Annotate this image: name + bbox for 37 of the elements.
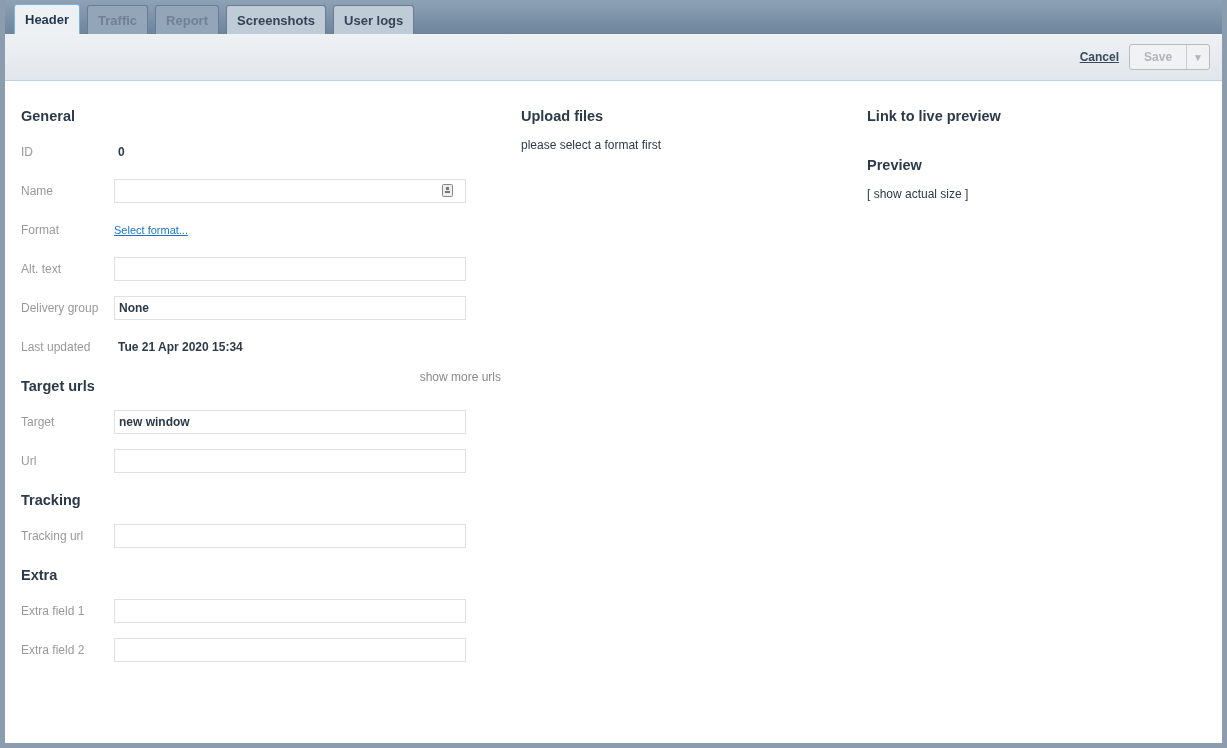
contact-card-icon xyxy=(442,184,453,197)
tab[interactable]: Header xyxy=(14,4,81,34)
section-heading: Tracking xyxy=(21,491,81,510)
section-heading: Link to live preview xyxy=(867,107,1001,126)
field-label: Name xyxy=(21,183,54,198)
tab[interactable]: User logs xyxy=(333,5,415,34)
field-label: Alt. text xyxy=(21,261,62,276)
input-field[interactable] xyxy=(114,448,466,473)
field-label: Url xyxy=(21,453,38,468)
section-heading: General xyxy=(21,107,75,126)
field-value: Tue 21 Apr 2020 15:34 xyxy=(117,339,243,354)
section-heading: Preview xyxy=(867,156,923,175)
field-label: Delivery group xyxy=(21,300,100,315)
section-heading: Target urls xyxy=(21,377,95,396)
tab[interactable]: Screenshots xyxy=(226,5,327,34)
input-field[interactable] xyxy=(114,637,466,662)
select-format-link[interactable]: Select format... xyxy=(114,223,188,236)
input-field[interactable]: new window xyxy=(114,409,466,434)
section-heading: Extra xyxy=(21,566,58,585)
input-field[interactable] xyxy=(114,523,466,548)
field-label: Tracking url xyxy=(21,528,85,543)
cancel-link[interactable]: Cancel xyxy=(1079,50,1120,64)
input-field[interactable] xyxy=(114,598,466,623)
upload-note: please select a format first xyxy=(521,138,663,152)
field-value: 0 xyxy=(117,144,125,159)
input-field[interactable] xyxy=(114,178,466,203)
field-label: Last updated xyxy=(21,339,92,354)
field-label: Format xyxy=(21,222,60,237)
show-more-link[interactable]: show more urls xyxy=(419,370,501,384)
field-label: Target xyxy=(21,414,56,429)
field-label: Extra field 1 xyxy=(21,603,86,618)
show-actual-size-link[interactable]: [ show actual size ] xyxy=(867,187,1001,201)
field-label: ID xyxy=(21,144,34,159)
field-label: Extra field 2 xyxy=(21,642,86,657)
section-heading: Upload files xyxy=(521,107,605,126)
input-field[interactable] xyxy=(114,256,466,281)
input-field[interactable]: None xyxy=(114,295,466,320)
